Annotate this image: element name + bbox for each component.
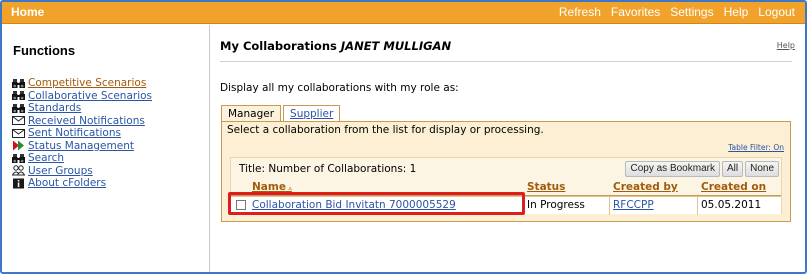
page-title-text: My Collaborations <box>220 39 337 53</box>
page-title: My Collaborations JANET MULLIGAN <box>220 39 451 53</box>
tab-manager-label: Manager <box>228 108 275 120</box>
sidebar-item-competitive-scenarios[interactable]: Competitive Scenarios <box>12 77 152 90</box>
help-link[interactable]: Help <box>777 41 795 50</box>
functions-nav: Competitive Scenarios Collaborative Scen… <box>11 77 152 190</box>
status-cell: In Progress <box>527 199 585 211</box>
users-icon <box>11 165 26 176</box>
sidebar-item-label: Received Notifications <box>28 114 145 127</box>
sidebar-item-label: Status Management <box>28 139 134 152</box>
sidebar-item-collaborative-scenarios[interactable]: Collaborative Scenarios <box>12 90 152 103</box>
sort-icon: ▵ <box>285 184 292 192</box>
column-header-created-by[interactable]: Created by <box>613 181 678 193</box>
column-divider <box>609 197 610 215</box>
tab-supplier[interactable]: Supplier <box>283 105 341 122</box>
binoculars-icon <box>12 90 25 101</box>
created-on-cell: 05.05.2011 <box>701 199 762 211</box>
favorites-link[interactable]: Favorites <box>611 5 660 19</box>
app-window: Home Refresh Favorites Settings Help Log… <box>0 0 807 274</box>
help-link[interactable]: Help <box>724 5 749 19</box>
role-tabs: Manager Supplier <box>221 105 342 122</box>
sidebar-item-status-management[interactable]: Status Management <box>12 140 152 153</box>
table-toolbar: Copy as Bookmark All None <box>625 161 779 177</box>
display-role-label: Display all my collaborations with my ro… <box>220 82 459 94</box>
created-by-link[interactable]: RFCCPP <box>613 199 654 211</box>
user-name: JANET MULLIGAN <box>340 39 452 53</box>
top-menu: Refresh Favorites Settings Help Logout <box>559 5 795 19</box>
envelope-icon <box>12 115 25 126</box>
sidebar-item-about-cfolders[interactable]: About cFolders <box>12 177 152 190</box>
table-title: Title: Number of Collaborations: 1 <box>239 163 417 175</box>
sidebar-item-label: Collaborative Scenarios <box>28 89 153 102</box>
select-message: Select a collaboration from the list for… <box>227 124 544 136</box>
sidebar-item-label: Standards <box>28 102 82 115</box>
tab-manager[interactable]: Manager <box>221 105 282 122</box>
sidebar-item-sent-notifications[interactable]: Sent Notifications <box>12 127 152 140</box>
logout-link[interactable]: Logout <box>758 5 795 19</box>
sidebar-item-label: Sent Notifications <box>28 127 121 140</box>
sidebar-item-label: Search <box>28 152 65 165</box>
binoculars-icon <box>12 153 25 164</box>
copy-as-bookmark-button[interactable]: Copy as Bookmark <box>625 161 720 177</box>
column-header-status[interactable]: Status <box>527 181 565 193</box>
binoculars-icon <box>12 103 25 114</box>
table-filter-link[interactable]: Table Filter: On <box>728 143 784 152</box>
binoculars-icon <box>12 78 25 89</box>
refresh-link[interactable]: Refresh <box>559 5 601 19</box>
sidebar-item-label: About cFolders <box>28 177 107 190</box>
select-none-button[interactable]: None <box>745 161 779 177</box>
sidebar-item-standards[interactable]: Standards <box>12 102 152 115</box>
select-all-button[interactable]: All <box>721 161 744 177</box>
settings-link[interactable]: Settings <box>670 5 713 19</box>
info-icon <box>12 178 25 189</box>
play-icon <box>12 140 25 151</box>
column-divider <box>697 197 698 215</box>
sidebar-item-received-notifications[interactable]: Received Notifications <box>12 115 152 128</box>
title-divider <box>220 61 792 62</box>
sidebar-item-user-groups[interactable]: User Groups <box>11 164 152 178</box>
sidebar-item-label: User Groups <box>28 164 93 177</box>
column-header-created-on[interactable]: Created on <box>701 181 766 193</box>
highlight-box <box>228 192 525 215</box>
main-content: My Collaborations JANET MULLIGAN Help Di… <box>211 25 805 272</box>
functions-sidebar: Functions Competitive Scenarios Collabor… <box>2 25 210 272</box>
sidebar-item-search[interactable]: Search <box>12 152 152 165</box>
home-link[interactable]: Home <box>11 5 44 19</box>
sidebar-item-label: Competitive Scenarios <box>28 77 147 90</box>
top-bar: Home Refresh Favorites Settings Help Log… <box>2 2 805 24</box>
envelope-icon <box>12 128 25 139</box>
functions-heading: Functions <box>13 43 76 58</box>
tab-supplier-label: Supplier <box>290 108 334 120</box>
